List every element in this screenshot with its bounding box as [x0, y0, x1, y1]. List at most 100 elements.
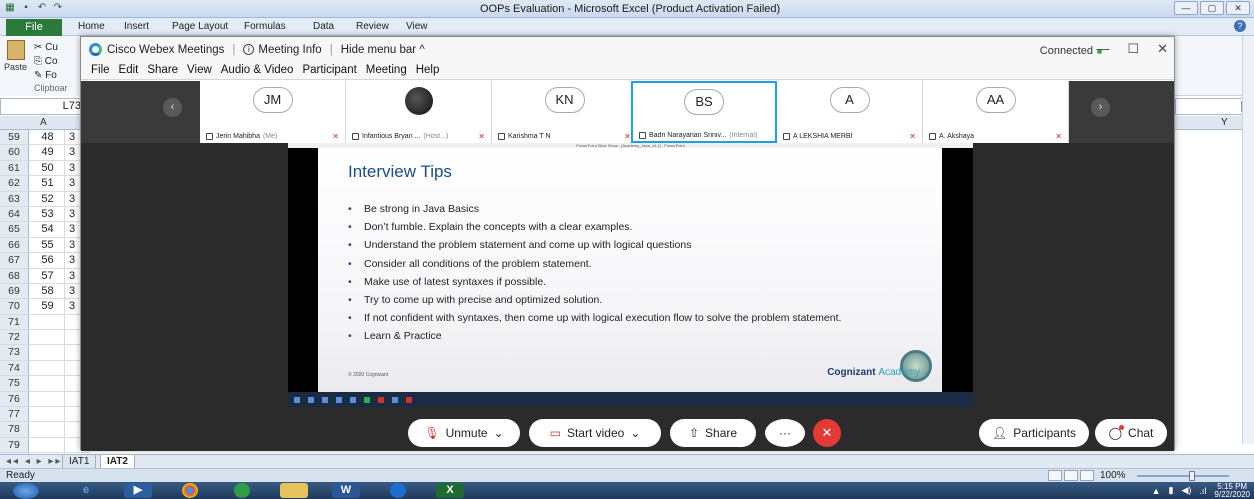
- column-y-header[interactable]: Y: [1221, 117, 1228, 128]
- page-break-view-icon[interactable]: [1080, 470, 1094, 481]
- sheet-nav-arrows[interactable]: ◂◂ ◂ ▸ ▸▸: [6, 456, 62, 467]
- row-number[interactable]: 79: [0, 437, 29, 453]
- row-number[interactable]: 77: [0, 407, 29, 422]
- participant-tile[interactable]: Infantious Bryan ... (Host...) ✕: [346, 81, 492, 143]
- cell-a[interactable]: 56: [31, 253, 65, 268]
- row-number[interactable]: 71: [0, 314, 29, 330]
- row-number[interactable]: 62: [0, 176, 29, 191]
- participant-tile[interactable]: A A LEKSHIA MERBI ✕: [777, 81, 923, 143]
- participant-tile[interactable]: AA A. Akshaya ✕: [923, 81, 1069, 143]
- row-number[interactable]: 61: [0, 160, 29, 176]
- menu-item-share[interactable]: Share: [147, 64, 178, 76]
- taskbar-explorer[interactable]: [268, 482, 320, 499]
- taskbar-excel[interactable]: X: [424, 482, 476, 499]
- cell-a[interactable]: 54: [31, 222, 65, 237]
- tab-page-layout[interactable]: Page Layout: [172, 21, 228, 32]
- row-number[interactable]: 60: [0, 145, 29, 160]
- row-number[interactable]: 65: [0, 222, 29, 237]
- cut-button[interactable]: ✂ Cu: [34, 42, 58, 53]
- row-number[interactable]: 75: [0, 376, 29, 391]
- vertical-scrollbar[interactable]: [1242, 36, 1254, 444]
- signal-icon[interactable]: .ıl: [1199, 486, 1206, 496]
- hide-menu-bar-button[interactable]: Hide menu bar ^: [341, 44, 425, 56]
- share-button[interactable]: ⇧ Share: [670, 419, 756, 447]
- menu-item-meeting[interactable]: Meeting: [366, 64, 407, 76]
- name-box[interactable]: L73: [0, 98, 90, 115]
- tab-view[interactable]: View: [406, 21, 428, 32]
- copy-button[interactable]: ⎘ Co: [34, 56, 58, 67]
- cell-a[interactable]: 57: [31, 268, 65, 283]
- row-number[interactable]: 66: [0, 237, 29, 253]
- taskbar-word[interactable]: W: [320, 482, 372, 499]
- row-number[interactable]: 69: [0, 283, 29, 299]
- participant-tile[interactable]: KN Karishma T N ✕: [492, 81, 638, 143]
- menu-item-participant[interactable]: Participant: [302, 64, 356, 76]
- minimize-icon[interactable]: —: [1096, 41, 1109, 57]
- file-tab[interactable]: File: [6, 19, 62, 36]
- chat-button[interactable]: ◯ Chat: [1095, 419, 1167, 447]
- row-number[interactable]: 70: [0, 299, 29, 314]
- row-number[interactable]: 72: [0, 330, 29, 345]
- participant-tile[interactable]: JM Jerin Mahibha (Me) ✕: [200, 81, 346, 143]
- cell-a[interactable]: [31, 330, 65, 345]
- unmute-button[interactable]: 🎙︎ Unmute ⌄: [408, 419, 520, 447]
- taskbar-media[interactable]: ▶: [112, 482, 164, 499]
- sheet-tab-iat2[interactable]: IAT2: [100, 455, 135, 469]
- row-number[interactable]: 67: [0, 253, 29, 268]
- restore-button[interactable]: ▢: [1200, 1, 1224, 15]
- cell-a[interactable]: 59: [31, 299, 65, 314]
- row-number[interactable]: 64: [0, 206, 29, 222]
- normal-view-icon[interactable]: [1048, 470, 1062, 481]
- zoom-slider[interactable]: [1137, 471, 1229, 481]
- close-icon[interactable]: ✕: [1157, 41, 1168, 57]
- tab-data[interactable]: Data: [313, 21, 334, 32]
- tab-home[interactable]: Home: [78, 21, 105, 32]
- participants-button[interactable]: 👤︎ Participants: [979, 419, 1089, 447]
- column-a-header[interactable]: A: [40, 117, 47, 128]
- cell-a[interactable]: [31, 360, 65, 376]
- row-number[interactable]: 76: [0, 391, 29, 407]
- system-clock[interactable]: 5:15 PM 9/22/2020: [1214, 482, 1250, 499]
- paste-button[interactable]: Paste: [4, 40, 28, 76]
- prev-participants-button[interactable]: ‹: [163, 98, 182, 117]
- leave-meeting-button[interactable]: ✕: [813, 419, 841, 447]
- help-icon[interactable]: ?: [1234, 20, 1246, 32]
- network-icon[interactable]: ▮: [1169, 485, 1174, 496]
- row-number[interactable]: 73: [0, 345, 29, 360]
- taskbar-webex[interactable]: [372, 482, 424, 499]
- sheet-tab-iat1[interactable]: IAT1: [62, 455, 97, 469]
- format-painter-button[interactable]: ✎ Fo: [34, 70, 57, 81]
- cell-a[interactable]: [31, 314, 65, 330]
- more-options-button[interactable]: ···: [765, 419, 805, 447]
- cell-a[interactable]: [31, 345, 65, 360]
- start-video-button[interactable]: ▭ Start video ⌄: [529, 419, 661, 447]
- cell-a[interactable]: 52: [31, 191, 65, 206]
- menu-item-help[interactable]: Help: [416, 64, 440, 76]
- taskbar-skype[interactable]: [216, 482, 268, 499]
- cell-a[interactable]: 58: [31, 283, 65, 299]
- close-button[interactable]: ✕: [1226, 1, 1250, 15]
- taskbar-chrome[interactable]: [164, 482, 216, 499]
- redo-icon[interactable]: ↷: [52, 2, 64, 14]
- participant-tile[interactable]: BS Badri Narayanan Sriniv... (Internal): [631, 81, 777, 143]
- taskbar-ie[interactable]: e: [60, 482, 112, 499]
- meeting-info-button[interactable]: Meeting Info: [258, 44, 321, 56]
- zoom-slider-handle[interactable]: [1189, 471, 1195, 481]
- cell-a[interactable]: 48: [31, 130, 65, 145]
- zoom-level[interactable]: 100%: [1100, 470, 1126, 481]
- tab-review[interactable]: Review: [356, 21, 389, 32]
- tab-formulas[interactable]: Formulas: [244, 21, 286, 32]
- volume-icon[interactable]: ◀): [1181, 485, 1191, 496]
- next-participants-button[interactable]: ›: [1091, 98, 1110, 117]
- cell-a[interactable]: [31, 422, 65, 437]
- row-number[interactable]: 68: [0, 268, 29, 283]
- menu-item-audio-video[interactable]: Audio & Video: [221, 64, 294, 76]
- cell-a[interactable]: [31, 391, 65, 407]
- start-button[interactable]: [6, 482, 46, 499]
- menu-item-file[interactable]: File: [91, 64, 110, 76]
- page-layout-view-icon[interactable]: [1064, 470, 1078, 481]
- minimize-button[interactable]: —: [1174, 1, 1198, 15]
- undo-icon[interactable]: ↶: [36, 2, 48, 14]
- save-icon[interactable]: ▪: [20, 2, 32, 14]
- cell-a[interactable]: 55: [31, 237, 65, 253]
